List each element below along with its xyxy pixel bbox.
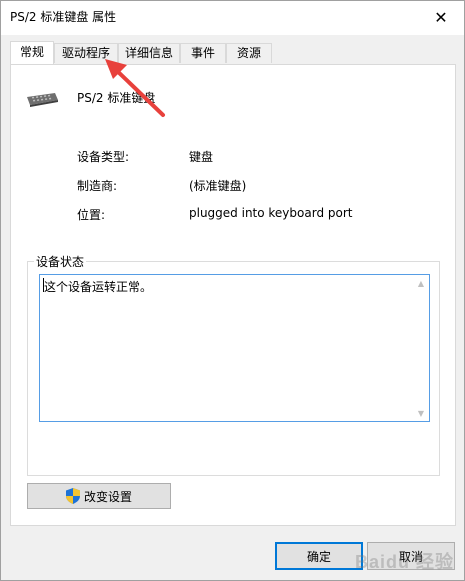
- device-type-value: 键盘: [189, 150, 214, 164]
- tab-resources[interactable]: 资源: [226, 43, 272, 63]
- change-settings-button[interactable]: 改变设置: [27, 483, 171, 509]
- keyboard-icon: [27, 93, 58, 107]
- title-bar: PS/2 标准键盘 属性 ✕: [1, 1, 464, 35]
- scroll-down-arrow-icon[interactable]: ▼: [413, 405, 429, 421]
- annotation-arrow-shaft: [111, 65, 165, 117]
- location-value: plugged into keyboard port: [189, 206, 353, 220]
- uac-shield-icon: [65, 488, 80, 504]
- manufacturer-value: (标准键盘): [189, 179, 247, 193]
- annotation-arrow: [105, 59, 165, 117]
- status-scrollbar[interactable]: ▲ ▼: [413, 275, 429, 421]
- device-status-textbox[interactable]: 这个设备运转正常。 ▲ ▼: [39, 274, 430, 422]
- change-settings-label: 改变设置: [83, 489, 132, 504]
- device-status-text: 这个设备运转正常。: [44, 280, 153, 294]
- scroll-up-arrow-icon[interactable]: ▲: [413, 275, 429, 291]
- ok-button[interactable]: 确定: [275, 542, 363, 570]
- device-status-title: 设备状态: [34, 253, 87, 270]
- tab-general[interactable]: 常规: [10, 41, 54, 64]
- tab-events[interactable]: 事件: [180, 43, 226, 63]
- properties-dialog: PS/2 标准键盘 属性 ✕ 常规 驱动程序 详细信息 事件 资源 PS/2 标…: [0, 0, 465, 581]
- close-button[interactable]: ✕: [418, 1, 464, 33]
- location-label: 位置:: [77, 208, 106, 222]
- close-icon: ✕: [434, 7, 448, 27]
- manufacturer-label: 制造商:: [77, 179, 118, 193]
- device-status-group: 设备状态 这个设备运转正常。 ▲ ▼: [27, 253, 440, 476]
- device-type-label: 设备类型:: [77, 150, 130, 164]
- general-tab-panel: PS/2 标准键盘 设备类型: 键盘 制造商: (标准键盘) 位置: plugg…: [10, 64, 456, 526]
- watermark: Baidu 经验: [354, 552, 454, 572]
- window-title: PS/2 标准键盘 属性: [10, 10, 117, 24]
